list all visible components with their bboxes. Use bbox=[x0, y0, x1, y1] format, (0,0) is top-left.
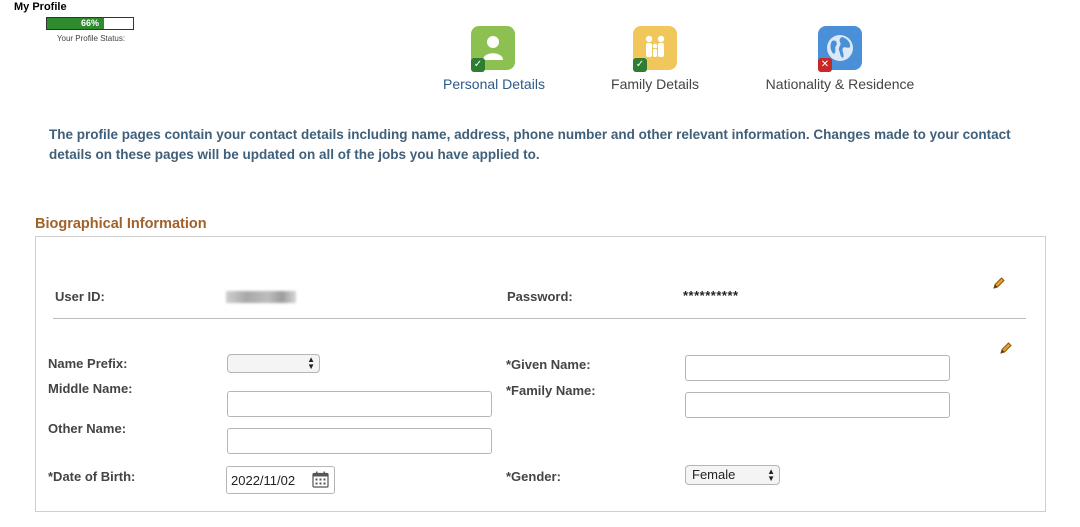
step-nationality-residence[interactable]: ✕ bbox=[818, 26, 862, 72]
name-prefix-label: Name Prefix: bbox=[48, 356, 128, 371]
page-title: My Profile bbox=[14, 1, 67, 13]
password-label: Password: bbox=[507, 289, 573, 304]
gender-label: *Gender: bbox=[506, 469, 561, 484]
calendar-icon[interactable] bbox=[312, 471, 329, 488]
other-name-input[interactable] bbox=[227, 428, 492, 454]
profile-progress-percent: 66% bbox=[80, 18, 99, 28]
middle-name-input[interactable] bbox=[227, 391, 492, 417]
edit-names-pencil-icon[interactable] bbox=[999, 341, 1013, 355]
profile-progress-bar: 66% bbox=[46, 17, 134, 30]
user-id-label: User ID: bbox=[55, 289, 105, 304]
gender-selected-value: Female bbox=[692, 467, 736, 482]
check-icon: ✓ bbox=[633, 58, 647, 72]
error-icon: ✕ bbox=[818, 58, 832, 72]
step-family-details[interactable]: ✓ bbox=[633, 26, 677, 72]
other-name-label: Other Name: bbox=[48, 421, 127, 436]
date-of-birth-label: *Date of Birth: bbox=[48, 469, 136, 484]
middle-name-label: Middle Name: bbox=[48, 381, 133, 396]
section-title: Biographical Information bbox=[35, 216, 207, 232]
profile-intro-text: The profile pages contain your contact d… bbox=[49, 127, 1011, 162]
date-of-birth-field[interactable]: 2022/11/02 bbox=[226, 466, 335, 494]
gender-select[interactable]: Female ▲ ▼ bbox=[685, 465, 780, 485]
given-name-input[interactable] bbox=[685, 355, 950, 381]
date-of-birth-value: 2022/11/02 bbox=[231, 473, 296, 488]
select-arrows-icon: ▲ ▼ bbox=[767, 467, 775, 483]
step-nationality-residence-label[interactable]: Nationality & Residence bbox=[760, 76, 920, 92]
name-prefix-select[interactable]: ▲ ▼ bbox=[227, 354, 320, 373]
given-name-label: *Given Name: bbox=[506, 357, 591, 372]
section-divider bbox=[53, 318, 1026, 319]
password-value: ********** bbox=[683, 288, 739, 303]
edit-account-pencil-icon[interactable] bbox=[992, 276, 1006, 290]
step-family-details-label[interactable]: Family Details bbox=[605, 76, 705, 92]
check-icon: ✓ bbox=[471, 58, 485, 72]
select-arrows-icon: ▲ ▼ bbox=[307, 355, 315, 371]
profile-status-label: Your Profile Status: bbox=[56, 34, 126, 43]
family-name-label: *Family Name: bbox=[506, 383, 596, 398]
family-name-input[interactable] bbox=[685, 392, 950, 418]
step-personal-details-label[interactable]: Personal Details bbox=[443, 76, 545, 92]
step-personal-details[interactable]: ✓ bbox=[471, 26, 515, 72]
user-id-value-redacted bbox=[226, 291, 296, 303]
